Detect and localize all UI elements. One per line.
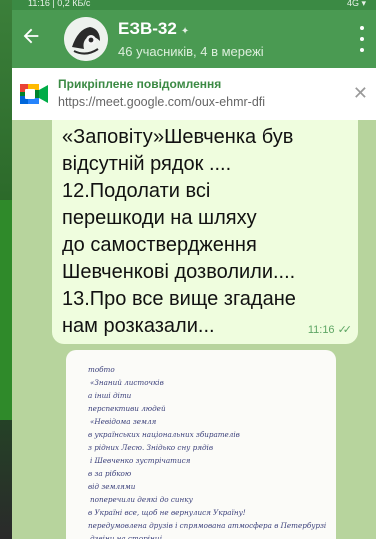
arrow-left-icon	[23, 28, 39, 44]
photo-message[interactable]: тобто «Знаний листочків а інші діти перспек…	[66, 350, 336, 539]
google-meet-icon	[20, 84, 48, 104]
chat-subtitle: 46 учасників, 4 в мережі	[118, 44, 264, 59]
status-bar: 11:16 | 0,2 КБ/с 4G ▾	[12, 0, 376, 10]
group-avatar-image	[64, 17, 108, 61]
handwritten-page-image: тобто «Знаний листочків а інші діти перспек…	[88, 365, 326, 539]
status-bar-left: 11:16 | 0,2 КБ/с	[28, 0, 91, 8]
message-line: відсутній рядок ....	[62, 153, 232, 175]
pinned-message-bar[interactable]: Прикріплене повідомлення https://meet.go…	[12, 68, 376, 121]
handwriting-line: з рідних Лесю. Знідько сну рядів	[88, 443, 213, 452]
chat-title[interactable]: ЕЗВ-32 ✦	[118, 19, 189, 39]
double-check-icon: ✓✓	[337, 324, 353, 336]
back-button[interactable]	[18, 25, 44, 51]
message-line: Шевченкові дозволили....	[62, 261, 296, 283]
chat-area[interactable]: «Заповіту»Шевченка був відсутній рядок .…	[12, 120, 376, 539]
pinned-link[interactable]: https://meet.google.com/oux-ehmr-dfi	[58, 95, 265, 109]
chat-title-text: ЕЗВ-32	[118, 19, 177, 38]
handwriting-line: і Шевченко зустрічатися	[90, 456, 191, 465]
handwriting-line: «Знаний листочків	[90, 378, 164, 387]
pinned-title: Прикріплене повідомлення	[58, 77, 222, 91]
message-line: 13.Про все вище згадане	[62, 288, 296, 310]
handwriting-line: в за рібкою	[88, 469, 132, 478]
dot-icon	[360, 48, 364, 52]
message-meta: 11:16 ✓✓	[307, 323, 353, 337]
outgoing-message-bubble[interactable]: «Заповіту»Шевченка був відсутній рядок .…	[52, 120, 358, 344]
more-options-button[interactable]	[356, 26, 368, 52]
handwriting-line: в Україні все, щоб не вернулися Україну!	[88, 508, 246, 517]
handwriting-line: а інші діти	[88, 391, 132, 400]
muted-icon: ✦	[180, 26, 190, 37]
message-time: 11:16	[307, 323, 335, 336]
message-line: «Заповіту»Шевченка був	[62, 126, 294, 148]
handwriting-line: від землями	[88, 482, 136, 491]
close-icon[interactable]: ✕	[353, 84, 368, 102]
message-line: 12.Подолати всі	[62, 180, 211, 202]
handwriting-line: «Невідома земля	[90, 417, 157, 426]
handwriting-line: тобто	[88, 365, 115, 374]
handwriting-line: дзвіни на сторінці	[90, 534, 162, 539]
dot-icon	[360, 37, 364, 41]
phone-screen: 11:16 | 0,2 КБ/с 4G ▾ ЕЗВ-32 ✦ 46 учасник…	[12, 0, 376, 539]
message-line: нам розказали...	[62, 315, 215, 337]
group-avatar[interactable]	[64, 17, 108, 61]
message-line: до самоствердження	[62, 234, 257, 256]
handwriting-line: в українських національних збирателів	[88, 430, 240, 439]
handwriting-line: поперечили деякі до синку	[90, 495, 194, 504]
chat-header: ЕЗВ-32 ✦ 46 учасників, 4 в мережі	[12, 10, 376, 68]
dot-icon	[360, 26, 364, 30]
status-bar-right: 4G ▾	[346, 0, 366, 8]
handwriting-line: перспективи людей	[88, 404, 166, 413]
message-line: перешкоди на шляху	[62, 207, 257, 229]
handwriting-line: передумовлена друзів і спрямована атмосф…	[88, 521, 326, 530]
